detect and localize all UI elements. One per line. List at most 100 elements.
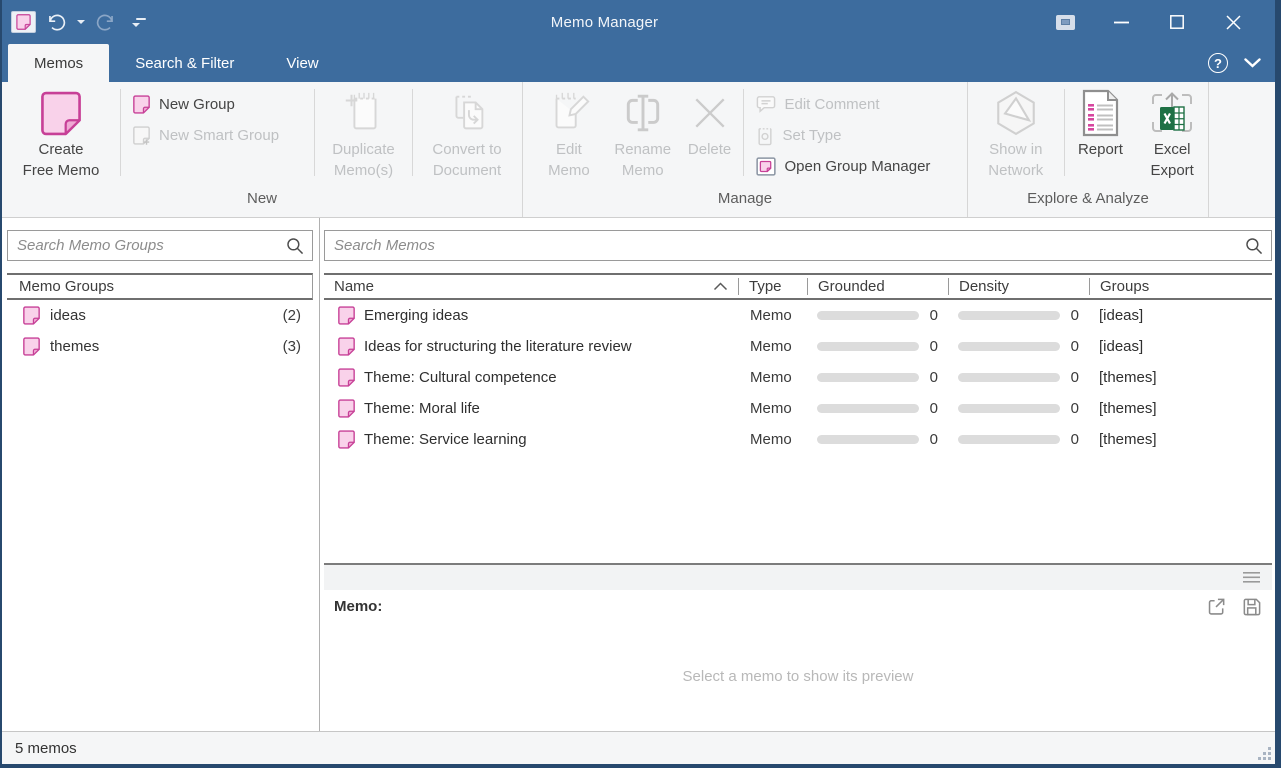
grounded-value: 0 (919, 369, 948, 386)
grounded-value: 0 (919, 400, 948, 417)
resize-grip-icon[interactable] (1258, 747, 1272, 761)
convert-to-document-button[interactable]: Convert to Document (413, 85, 521, 188)
memo-table-row[interactable]: Theme: Moral life Memo 0 0 [themes] (324, 393, 1272, 424)
quick-access-toolbar (2, 11, 172, 33)
close-button[interactable] (1205, 0, 1261, 44)
tab-memos[interactable]: Memos (8, 44, 109, 82)
report-button[interactable]: Report (1065, 85, 1137, 188)
memos-search-input[interactable] (325, 237, 1245, 254)
show-in-network-icon (992, 89, 1040, 137)
memo-app-icon[interactable] (11, 11, 36, 33)
edit-memo-label-2: Memo (548, 160, 590, 181)
grounded-value: 0 (919, 431, 948, 448)
memo-type: Memo (738, 400, 807, 417)
memo-group-row[interactable]: ideas (2) (7, 300, 313, 331)
report-icon (1080, 89, 1120, 137)
memo-preview-body: Select a memo to show its preview (324, 622, 1272, 731)
column-header-type[interactable]: Type (738, 278, 807, 295)
statusbar: 5 memos (2, 731, 1275, 764)
ribbon-tabbar: Memos Search & Filter View ? (2, 44, 1275, 82)
memo-name: Theme: Moral life (355, 400, 480, 417)
ribbon: Create Free Memo New Group (2, 82, 1275, 218)
open-group-manager-label: Open Group Manager (785, 158, 931, 175)
maximize-icon (1170, 15, 1184, 29)
duplicate-memo-icon (341, 89, 387, 137)
convert-label-1: Convert to (432, 139, 501, 160)
maximize-button[interactable] (1149, 0, 1205, 44)
redo-button[interactable] (95, 12, 116, 33)
column-header-groups[interactable]: Groups (1089, 278, 1254, 295)
help-icon[interactable]: ? (1208, 53, 1228, 73)
delete-button[interactable]: Delete (677, 85, 743, 188)
new-smart-group-icon (133, 126, 150, 145)
edit-memo-button[interactable]: Edit Memo (529, 85, 609, 188)
density-value: 0 (1060, 307, 1089, 324)
undo-icon (46, 12, 67, 33)
delete-icon (691, 94, 729, 132)
edit-memo-label-1: Edit (556, 139, 582, 160)
save-icon[interactable] (1241, 596, 1262, 617)
set-type-icon (756, 126, 774, 146)
duplicate-label-1: Duplicate (332, 139, 395, 160)
density-bar (958, 342, 1060, 351)
memo-groups-header[interactable]: Memo Groups (7, 273, 313, 300)
undo-button[interactable] (46, 12, 67, 33)
ribbon-group-new: Create Free Memo New Group (2, 82, 523, 217)
memo-group-name: themes (40, 338, 283, 355)
tab-view[interactable]: View (260, 44, 344, 82)
new-group-memo-icon (133, 95, 150, 114)
memo-groups-panel: Memo Groups ideas (2) (2, 218, 320, 731)
ribbon-group-label-new: New (2, 188, 522, 214)
close-icon (1226, 15, 1241, 30)
create-free-memo-label-1: Create (38, 139, 83, 160)
rename-label-2: Memo (622, 160, 664, 181)
new-smart-group-label: New Smart Group (159, 127, 279, 144)
column-header-grounded[interactable]: Grounded (807, 278, 948, 295)
show-network-label-2: Network (988, 160, 1043, 181)
splitter-grip-icon (1243, 572, 1260, 583)
undo-dropdown-caret[interactable] (77, 20, 85, 24)
open-group-manager-button[interactable]: Open Group Manager (744, 151, 967, 182)
create-free-memo-button[interactable]: Create Free Memo (2, 85, 120, 188)
column-header-density[interactable]: Density (948, 278, 1089, 295)
column-header-name[interactable]: Name (324, 278, 738, 295)
preview-grip-band[interactable] (324, 565, 1272, 590)
rename-memo-button[interactable]: Rename Memo (609, 85, 677, 188)
window-title: Memo Manager (172, 14, 1037, 31)
density-bar (958, 404, 1060, 413)
duplicate-memo-button[interactable]: Duplicate Memo(s) (315, 85, 412, 188)
edit-comment-button[interactable]: Edit Comment (744, 89, 967, 120)
new-group-button[interactable]: New Group (121, 89, 314, 120)
excel-export-button[interactable]: Excel Export (1136, 85, 1208, 188)
memo-type: Memo (738, 369, 807, 386)
memo-table-row[interactable]: Emerging ideas Memo 0 0 [ideas] (324, 300, 1272, 331)
edit-comment-label: Edit Comment (785, 96, 880, 113)
search-icon[interactable] (1245, 237, 1263, 255)
ribbon-group-explore: Show in Network (968, 82, 1209, 217)
preview-empty-text: Select a memo to show its preview (683, 668, 914, 685)
create-free-memo-label-2: Free Memo (23, 160, 100, 181)
ribbon-group-manage: Edit Memo Rename Memo (523, 82, 968, 217)
memo-table-row[interactable]: Theme: Service learning Memo 0 0 [themes… (324, 424, 1272, 455)
memo-icon (338, 337, 355, 356)
density-value: 0 (1060, 369, 1089, 386)
dock-window-button[interactable] (1037, 0, 1093, 44)
set-type-button[interactable]: Set Type (744, 120, 967, 151)
memo-groups-search-input[interactable] (8, 237, 286, 254)
memo-group-row[interactable]: themes (3) (7, 331, 313, 362)
memo-table-row[interactable]: Ideas for structuring the literature rev… (324, 331, 1272, 362)
memo-name: Emerging ideas (355, 307, 468, 324)
search-icon[interactable] (286, 237, 304, 255)
tab-search-filter[interactable]: Search & Filter (109, 44, 260, 82)
grounded-bar (817, 311, 919, 320)
convert-to-document-icon (444, 89, 490, 137)
titlebar: Memo Manager (2, 0, 1275, 44)
minimize-button[interactable] (1093, 0, 1149, 44)
customize-toolbar-button[interactable] (126, 18, 146, 27)
memo-table-row[interactable]: Theme: Cultural competence Memo 0 0 [the… (324, 362, 1272, 393)
new-smart-group-button[interactable]: New Smart Group (121, 120, 314, 151)
open-external-icon[interactable] (1206, 596, 1227, 617)
show-in-network-button[interactable]: Show in Network (968, 85, 1064, 188)
excel-export-label-1: Excel (1154, 139, 1191, 160)
collapse-ribbon-chevron-icon[interactable] (1244, 58, 1261, 68)
